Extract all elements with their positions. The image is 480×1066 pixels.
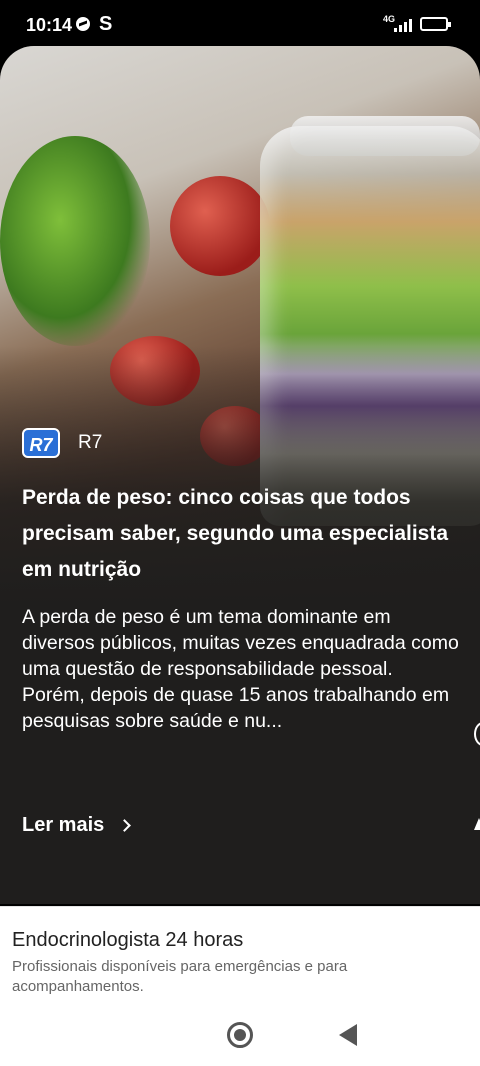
- ad-description: Profissionais disponíveis para emergênci…: [12, 958, 348, 995]
- home-icon[interactable]: [227, 1022, 253, 1048]
- source-name: R7: [78, 432, 103, 453]
- article-headline[interactable]: Perda de peso: cinco coisas que todos pr…: [22, 480, 462, 588]
- messenger-icon: [76, 17, 90, 31]
- chevron-right-icon: [118, 819, 132, 832]
- back-icon[interactable]: [339, 1024, 357, 1046]
- status-time: 10:14: [26, 15, 73, 35]
- article-summary: A perda de peso é um tema dominante em d…: [22, 606, 459, 732]
- navigation-bar: [0, 1006, 480, 1066]
- next-card-edge-triangle: [474, 818, 480, 830]
- ad-banner[interactable]: Endocrinologista 24 horas Profissionais …: [0, 906, 480, 1007]
- signal-icon: [394, 18, 412, 32]
- news-card[interactable]: R7 R7 Perda de peso: cinco coisas que to…: [0, 46, 480, 904]
- carrier-s-icon: S: [99, 13, 113, 35]
- status-bar: 10:14 S 4G 89: [0, 0, 480, 48]
- read-more-label: Ler mais: [22, 814, 105, 836]
- battery-icon: 89: [420, 17, 451, 31]
- read-more-link[interactable]: Ler mais: [22, 814, 132, 837]
- source-logo: R7: [22, 428, 60, 458]
- ad-title[interactable]: Endocrinologista 24 horas: [12, 929, 243, 952]
- next-card-edge: [474, 722, 480, 746]
- battery-level: 89: [428, 18, 440, 29]
